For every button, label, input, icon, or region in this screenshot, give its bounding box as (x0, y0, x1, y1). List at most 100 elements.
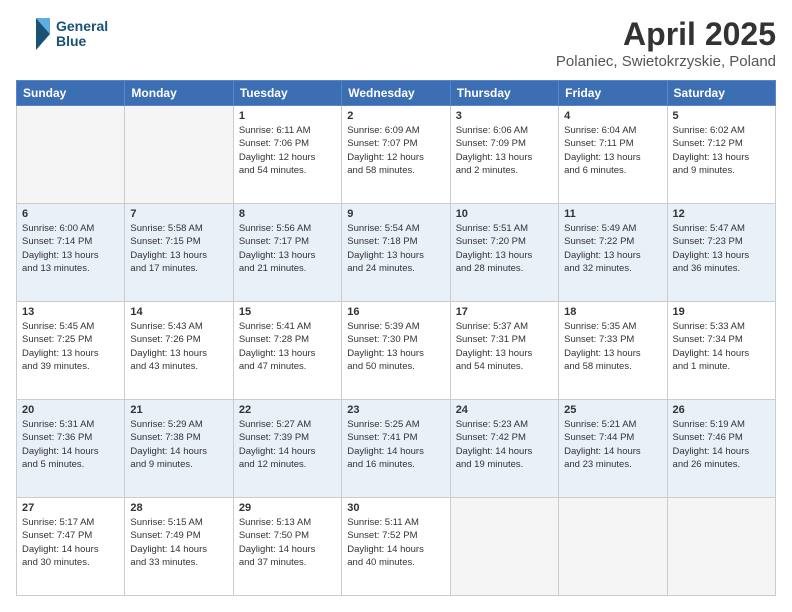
calendar-cell: 6 Sunrise: 6:00 AM Sunset: 7:14 PM Daylig… (17, 204, 125, 302)
day-info: Sunrise: 5:39 AM Sunset: 7:30 PM Dayligh… (347, 320, 444, 373)
calendar-cell: 23 Sunrise: 5:25 AM Sunset: 7:41 PM Dayli… (342, 400, 450, 498)
day-info: Sunrise: 5:58 AM Sunset: 7:15 PM Dayligh… (130, 222, 227, 275)
calendar-cell: 12 Sunrise: 5:47 AM Sunset: 7:23 PM Dayli… (667, 204, 775, 302)
calendar-cell: 30 Sunrise: 5:11 AM Sunset: 7:52 PM Dayli… (342, 498, 450, 596)
week-row-2: 6 Sunrise: 6:00 AM Sunset: 7:14 PM Daylig… (17, 204, 776, 302)
day-info: Sunrise: 5:45 AM Sunset: 7:25 PM Dayligh… (22, 320, 119, 373)
day-info: Sunrise: 5:19 AM Sunset: 7:46 PM Dayligh… (673, 418, 770, 471)
day-info: Sunrise: 5:43 AM Sunset: 7:26 PM Dayligh… (130, 320, 227, 373)
day-info: Sunrise: 5:49 AM Sunset: 7:22 PM Dayligh… (564, 222, 661, 275)
calendar-cell: 27 Sunrise: 5:17 AM Sunset: 7:47 PM Dayli… (17, 498, 125, 596)
logo-text-line1: General (56, 19, 108, 34)
day-info: Sunrise: 6:00 AM Sunset: 7:14 PM Dayligh… (22, 222, 119, 275)
day-number: 15 (239, 306, 336, 318)
day-info: Sunrise: 5:35 AM Sunset: 7:33 PM Dayligh… (564, 320, 661, 373)
day-number: 21 (130, 404, 227, 416)
day-number: 13 (22, 306, 119, 318)
day-info: Sunrise: 5:23 AM Sunset: 7:42 PM Dayligh… (456, 418, 553, 471)
day-number: 11 (564, 208, 661, 220)
header-sunday: Sunday (17, 81, 125, 106)
calendar-table: SundayMondayTuesdayWednesdayThursdayFrid… (16, 80, 776, 596)
calendar-cell: 10Sunrise: 5:51 AM Sunset: 7:20 PM Dayli… (450, 204, 558, 302)
page: General Blue April 2025 Polaniec, Swieto… (0, 0, 792, 612)
calendar-cell: 25 Sunrise: 5:21 AM Sunset: 7:44 PM Dayli… (559, 400, 667, 498)
header-tuesday: Tuesday (233, 81, 341, 106)
day-number: 20 (22, 404, 119, 416)
calendar-cell: 17 Sunrise: 5:37 AM Sunset: 7:31 PM Dayli… (450, 302, 558, 400)
day-info: Sunrise: 5:54 AM Sunset: 7:18 PM Dayligh… (347, 222, 444, 275)
day-number: 22 (239, 404, 336, 416)
day-number: 8 (239, 208, 336, 220)
header-wednesday: Wednesday (342, 81, 450, 106)
calendar-cell: 1Sunrise: 6:11 AM Sunset: 7:06 PM Daylig… (233, 106, 341, 204)
week-row-1: 1Sunrise: 6:11 AM Sunset: 7:06 PM Daylig… (17, 106, 776, 204)
day-info: Sunrise: 6:06 AM Sunset: 7:09 PM Dayligh… (456, 124, 553, 177)
day-number: 29 (239, 502, 336, 514)
day-number: 4 (564, 110, 661, 122)
day-number: 6 (22, 208, 119, 220)
day-info: Sunrise: 5:37 AM Sunset: 7:31 PM Dayligh… (456, 320, 553, 373)
day-number: 30 (347, 502, 444, 514)
logo-container: General Blue (16, 16, 108, 52)
day-number: 17 (456, 306, 553, 318)
calendar-cell: 24Sunrise: 5:23 AM Sunset: 7:42 PM Dayli… (450, 400, 558, 498)
header-saturday: Saturday (667, 81, 775, 106)
day-info: Sunrise: 5:13 AM Sunset: 7:50 PM Dayligh… (239, 516, 336, 569)
calendar-cell: 21 Sunrise: 5:29 AM Sunset: 7:38 PM Dayli… (125, 400, 233, 498)
calendar-cell: 2Sunrise: 6:09 AM Sunset: 7:07 PM Daylig… (342, 106, 450, 204)
calendar-cell: 29 Sunrise: 5:13 AM Sunset: 7:50 PM Dayli… (233, 498, 341, 596)
calendar-cell: 28 Sunrise: 5:15 AM Sunset: 7:49 PM Dayli… (125, 498, 233, 596)
day-number: 27 (22, 502, 119, 514)
calendar-cell: 18 Sunrise: 5:35 AM Sunset: 7:33 PM Dayli… (559, 302, 667, 400)
day-number: 2 (347, 110, 444, 122)
calendar-cell (125, 106, 233, 204)
calendar-cell: 8 Sunrise: 5:56 AM Sunset: 7:17 PM Daylig… (233, 204, 341, 302)
logo-text-line2: Blue (56, 34, 108, 49)
header: General Blue April 2025 Polaniec, Swieto… (16, 16, 776, 70)
day-number: 28 (130, 502, 227, 514)
calendar-cell: 26Sunrise: 5:19 AM Sunset: 7:46 PM Dayli… (667, 400, 775, 498)
calendar-header-row: SundayMondayTuesdayWednesdayThursdayFrid… (17, 81, 776, 106)
day-info: Sunrise: 5:29 AM Sunset: 7:38 PM Dayligh… (130, 418, 227, 471)
week-row-5: 27 Sunrise: 5:17 AM Sunset: 7:47 PM Dayli… (17, 498, 776, 596)
calendar-cell: 5 Sunrise: 6:02 AM Sunset: 7:12 PM Daylig… (667, 106, 775, 204)
location-title: Polaniec, Swietokrzyskie, Poland (556, 53, 776, 70)
day-number: 12 (673, 208, 770, 220)
day-number: 3 (456, 110, 553, 122)
day-info: Sunrise: 5:47 AM Sunset: 7:23 PM Dayligh… (673, 222, 770, 275)
month-title: April 2025 (556, 16, 776, 53)
day-info: Sunrise: 5:31 AM Sunset: 7:36 PM Dayligh… (22, 418, 119, 471)
day-number: 14 (130, 306, 227, 318)
day-number: 5 (673, 110, 770, 122)
title-block: April 2025 Polaniec, Swietokrzyskie, Pol… (556, 16, 776, 70)
calendar-cell: 19Sunrise: 5:33 AM Sunset: 7:34 PM Dayli… (667, 302, 775, 400)
day-info: Sunrise: 5:56 AM Sunset: 7:17 PM Dayligh… (239, 222, 336, 275)
header-thursday: Thursday (450, 81, 558, 106)
calendar-cell: 16Sunrise: 5:39 AM Sunset: 7:30 PM Dayli… (342, 302, 450, 400)
logo: General Blue (16, 16, 108, 52)
day-number: 10 (456, 208, 553, 220)
week-row-4: 20 Sunrise: 5:31 AM Sunset: 7:36 PM Dayli… (17, 400, 776, 498)
calendar-cell: 20 Sunrise: 5:31 AM Sunset: 7:36 PM Dayli… (17, 400, 125, 498)
header-friday: Friday (559, 81, 667, 106)
calendar-cell: 4Sunrise: 6:04 AM Sunset: 7:11 PM Daylig… (559, 106, 667, 204)
day-info: Sunrise: 6:02 AM Sunset: 7:12 PM Dayligh… (673, 124, 770, 177)
day-info: Sunrise: 5:15 AM Sunset: 7:49 PM Dayligh… (130, 516, 227, 569)
day-number: 23 (347, 404, 444, 416)
calendar-cell: 3 Sunrise: 6:06 AM Sunset: 7:09 PM Daylig… (450, 106, 558, 204)
day-number: 9 (347, 208, 444, 220)
day-number: 7 (130, 208, 227, 220)
day-info: Sunrise: 5:21 AM Sunset: 7:44 PM Dayligh… (564, 418, 661, 471)
logo-bird-icon (16, 16, 52, 52)
day-info: Sunrise: 5:41 AM Sunset: 7:28 PM Dayligh… (239, 320, 336, 373)
calendar-cell: 14 Sunrise: 5:43 AM Sunset: 7:26 PM Dayli… (125, 302, 233, 400)
day-number: 18 (564, 306, 661, 318)
header-monday: Monday (125, 81, 233, 106)
day-info: Sunrise: 6:11 AM Sunset: 7:06 PM Dayligh… (239, 124, 336, 177)
day-info: Sunrise: 5:25 AM Sunset: 7:41 PM Dayligh… (347, 418, 444, 471)
day-info: Sunrise: 5:11 AM Sunset: 7:52 PM Dayligh… (347, 516, 444, 569)
day-number: 25 (564, 404, 661, 416)
calendar-cell (559, 498, 667, 596)
day-info: Sunrise: 5:17 AM Sunset: 7:47 PM Dayligh… (22, 516, 119, 569)
calendar-cell: 15 Sunrise: 5:41 AM Sunset: 7:28 PM Dayli… (233, 302, 341, 400)
